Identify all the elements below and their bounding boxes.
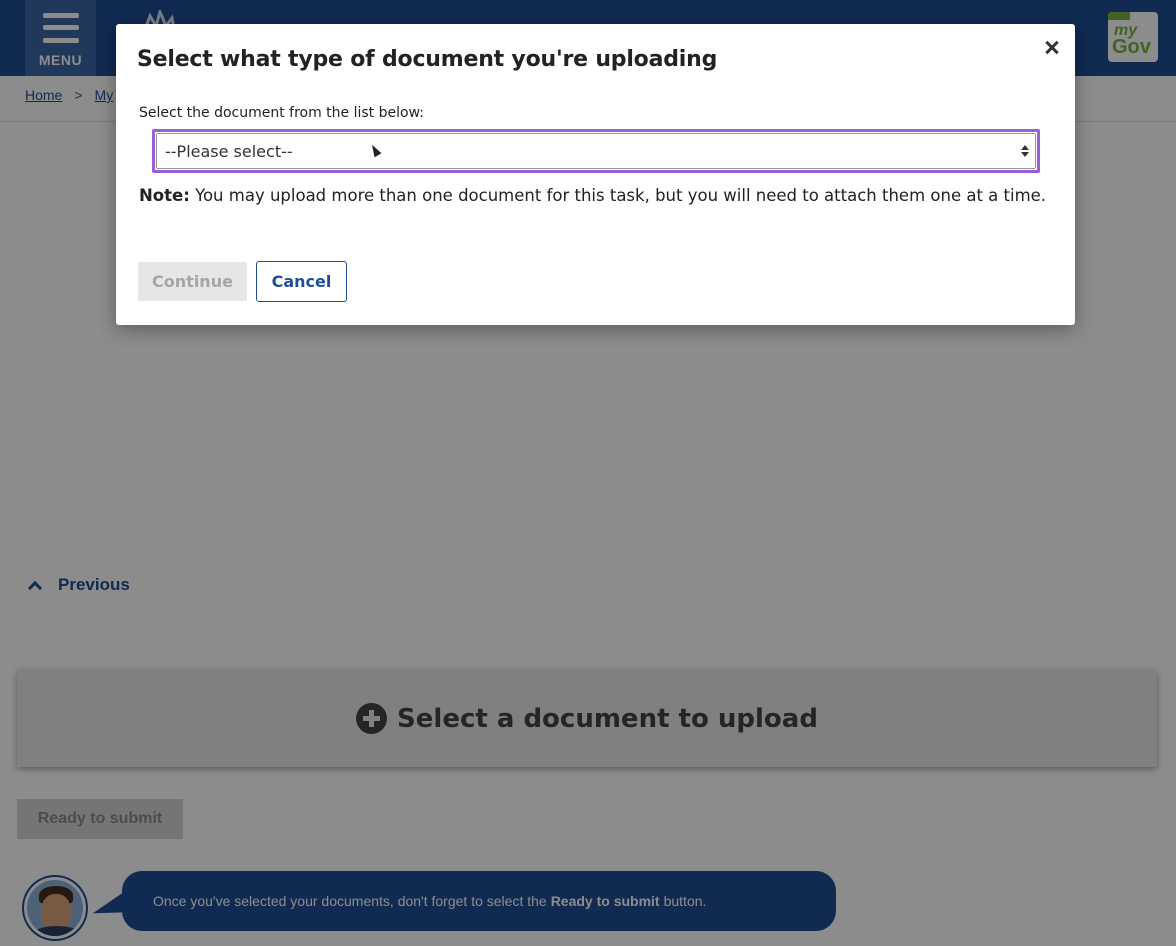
document-type-select-box[interactable]: --Please select-- xyxy=(156,133,1036,169)
document-type-select[interactable]: --Please select-- xyxy=(152,129,1040,173)
close-icon[interactable] xyxy=(1040,36,1064,60)
continue-button[interactable]: Continue xyxy=(138,262,247,301)
select-arrows-icon xyxy=(1021,145,1029,157)
note-body: You may upload more than one document fo… xyxy=(195,186,1047,205)
note-text: Note: You may upload more than one docum… xyxy=(139,186,1046,205)
modal-title: Select what type of document you're uplo… xyxy=(137,47,718,72)
document-select-label: Select the document from the list below: xyxy=(139,105,424,121)
select-value: --Please select-- xyxy=(165,141,293,161)
cancel-button[interactable]: Cancel xyxy=(256,261,347,302)
document-type-modal: Select what type of document you're uplo… xyxy=(116,24,1075,325)
note-label: Note: xyxy=(139,186,190,205)
